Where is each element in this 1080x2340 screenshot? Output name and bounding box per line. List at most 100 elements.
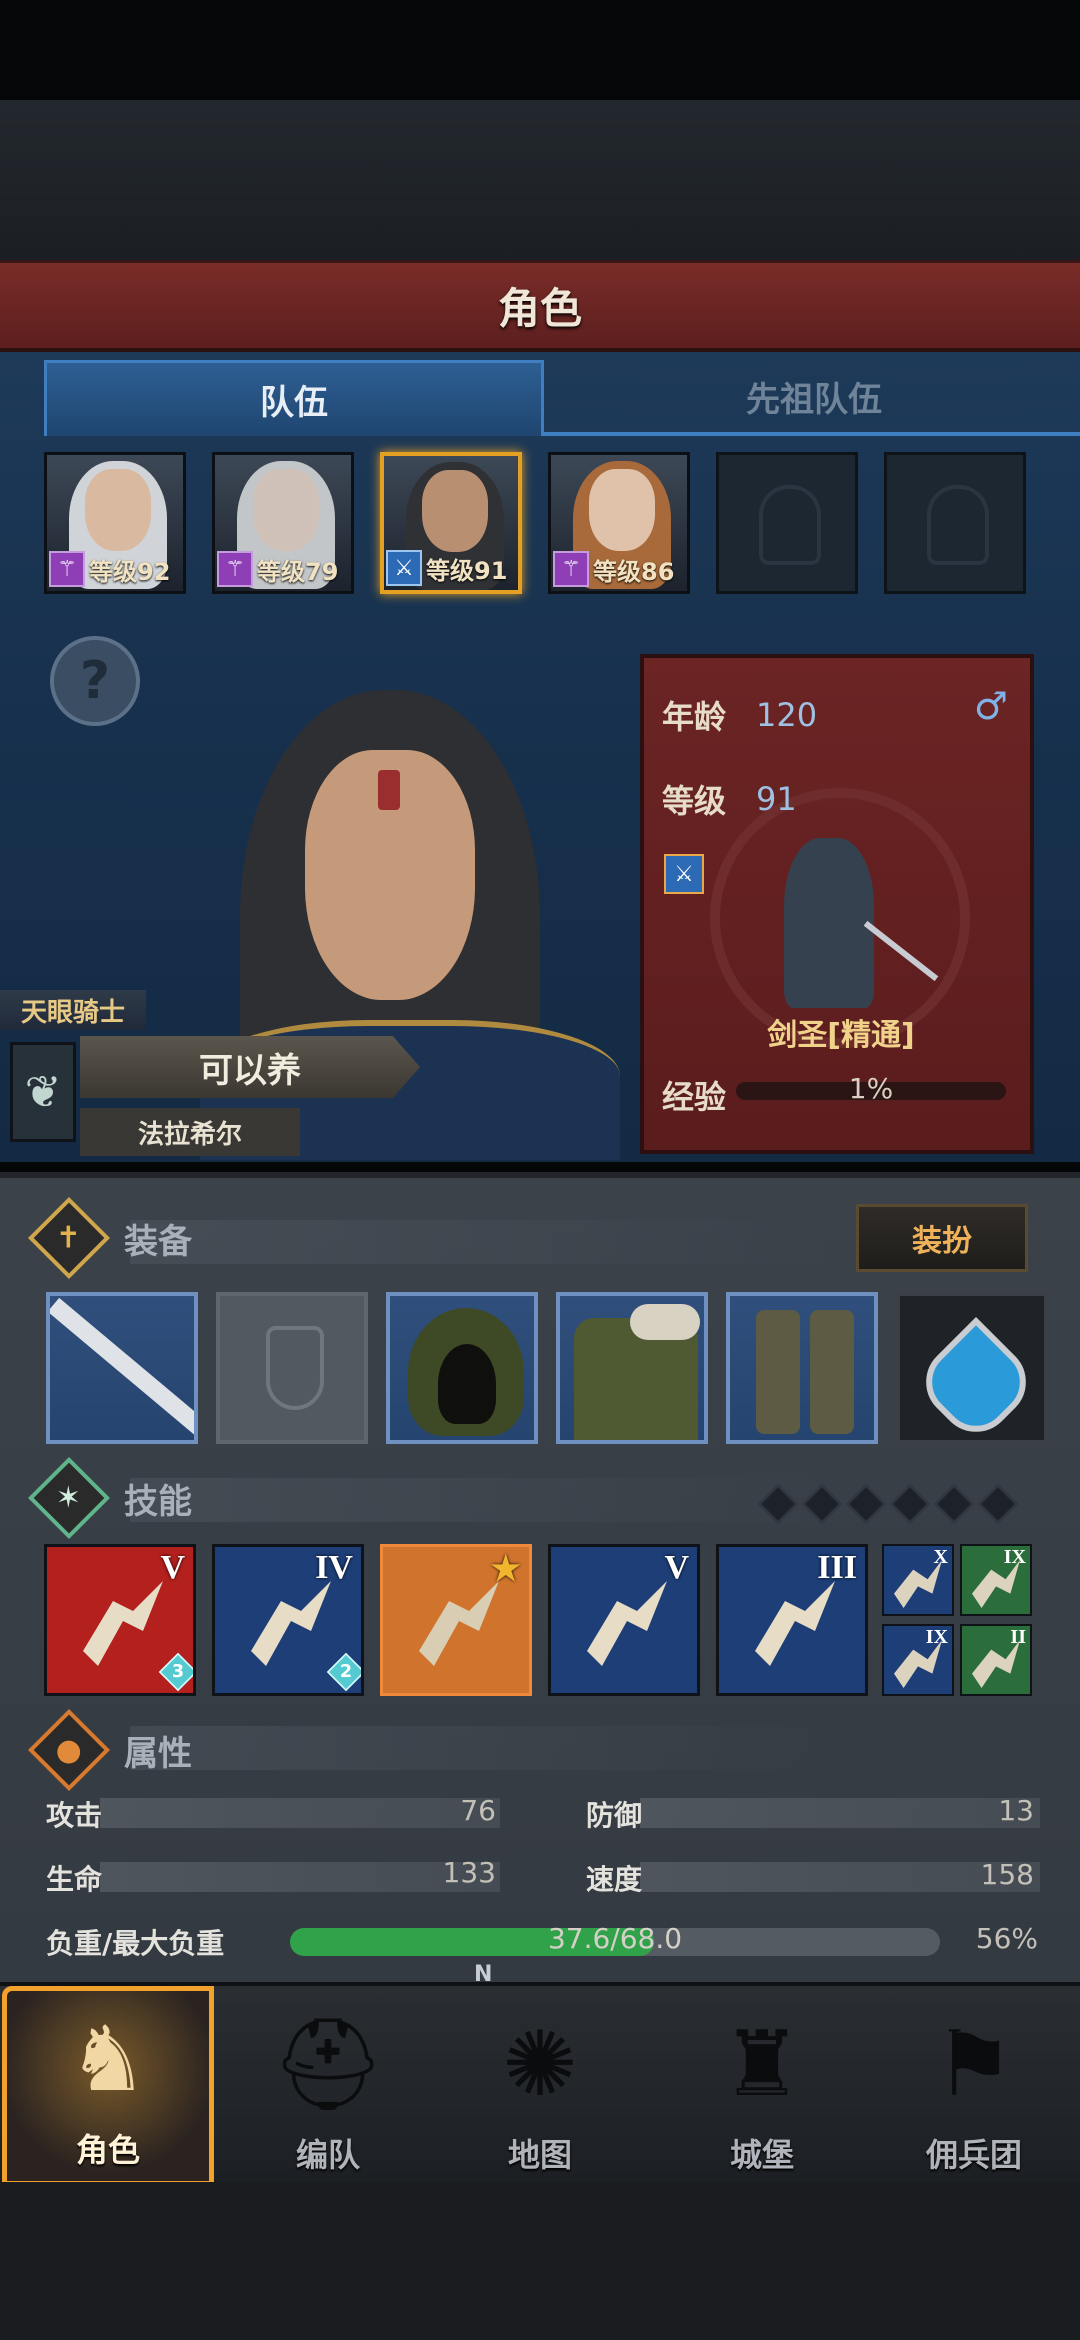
male-icon: ♂ xyxy=(973,684,1008,728)
speed-label: 速度 xyxy=(586,1863,643,1896)
load-value: 37.6/68.0 xyxy=(547,1922,683,1955)
status-bar xyxy=(0,0,1080,100)
member-level: 等级92 xyxy=(89,557,171,586)
skill-rank: IX xyxy=(925,1626,948,1648)
load-percent: 56% xyxy=(975,1922,1038,1955)
castle-icon: ♜ xyxy=(721,2011,803,2117)
level-row: 等级 91 xyxy=(662,774,797,824)
skill-point-pip xyxy=(758,1484,798,1524)
equipment-title: 装备 xyxy=(124,1221,192,1262)
compass-icon: ✺ xyxy=(502,2011,578,2117)
skill-rank: X xyxy=(933,1546,948,1568)
member-slot-1[interactable]: ⚚ 等级92 xyxy=(44,452,186,594)
skill-1[interactable]: V 3 xyxy=(44,1544,196,1696)
exp-label: 经验 xyxy=(662,1078,727,1116)
nav-map[interactable]: ✺ 地图 xyxy=(434,1986,646,2186)
heart-amulet-icon xyxy=(910,1316,1042,1440)
member-level: 等级91 xyxy=(426,556,508,585)
equip-slot-head[interactable] xyxy=(386,1292,538,1444)
boot-right xyxy=(810,1310,854,1434)
passive-skill-3[interactable]: IX xyxy=(882,1624,954,1696)
age-value: 120 xyxy=(756,696,818,734)
nav-character[interactable]: ♞ 角色 xyxy=(2,1986,214,2186)
skills-header-bar xyxy=(130,1478,830,1522)
age-row: 年龄 120 xyxy=(662,690,817,740)
member-level-row: ⚚ 等级79 xyxy=(217,549,338,589)
skill-5[interactable]: III xyxy=(716,1544,868,1696)
attack-label: 攻击 xyxy=(46,1799,103,1832)
nav-label: 编队 xyxy=(295,2136,360,2174)
hp-label: 生命 xyxy=(46,1863,103,1896)
passive-skill-4[interactable]: II xyxy=(960,1624,1032,1696)
fur-collar xyxy=(630,1304,700,1340)
member-slot-2[interactable]: ⚚ 等级79 xyxy=(212,452,354,594)
hero-name[interactable]: 法拉希尔 xyxy=(80,1108,300,1156)
help-button[interactable]: ? xyxy=(50,636,140,726)
bottom-navigation: ♞ 角色 ⛑ 编队 ✺ 地图 N ♜ 城堡 ⚑ 佣兵团 xyxy=(0,1962,1080,2186)
member-slot-empty-6[interactable] xyxy=(884,452,1026,594)
attack-value: 76 xyxy=(460,1794,496,1827)
member-slot-empty-5[interactable] xyxy=(716,452,858,594)
nav-castle[interactable]: ♜ 城堡 xyxy=(656,1986,868,2186)
boots-icon xyxy=(756,1310,800,1434)
person-icon: ● xyxy=(27,1708,111,1792)
member-level-row: ⚚ 等级92 xyxy=(49,549,170,589)
skill-rank: III xyxy=(817,1549,857,1586)
sword-icon: ⚔ xyxy=(386,550,422,586)
nav-mercenaries[interactable]: ⚑ 佣兵团 xyxy=(868,1986,1080,2186)
hero-figure xyxy=(784,838,874,1008)
page-title: 角色 xyxy=(497,284,582,333)
nav-formation[interactable]: ⛑ 编队 xyxy=(222,1986,434,2186)
hood-shadow xyxy=(438,1344,496,1424)
attributes-header: ● 属性 xyxy=(27,1708,192,1792)
banner-icon: ⚑ xyxy=(933,2011,1015,2117)
team-tabs: 队伍 先祖队伍 xyxy=(44,360,1080,436)
skill-point-pip xyxy=(846,1484,886,1524)
skill-point-pip xyxy=(978,1484,1018,1524)
load-label: 负重/最大负重 xyxy=(46,1927,225,1960)
member-slot-3[interactable]: ⚔ 等级91 xyxy=(380,452,522,594)
member-slot-4[interactable]: ⚚ 等级86 xyxy=(548,452,690,594)
skills-header: ✶ 技能 xyxy=(27,1456,192,1540)
title-bar: 角色 xyxy=(0,260,1080,352)
skill-point-pip xyxy=(802,1484,842,1524)
helmet-icon xyxy=(927,485,989,565)
sword-icon xyxy=(50,1297,194,1440)
tab-ancestor-team[interactable]: 先祖队伍 xyxy=(544,360,1080,436)
skill-count: 3 xyxy=(171,1661,185,1682)
member-level: 等级86 xyxy=(593,557,675,586)
hp-value: 133 xyxy=(442,1856,496,1889)
cross-icon: ✝ xyxy=(27,1196,111,1280)
skill-count-badge: 3 xyxy=(158,1652,193,1692)
skill-star-icon: ★ xyxy=(490,1551,521,1588)
header-background xyxy=(0,100,1080,260)
equip-slot-armor[interactable] xyxy=(556,1292,708,1444)
member-face xyxy=(85,469,151,551)
team-members: ⚚ 等级92 ⚚ 等级79 ⚔ 等级91 ⚚ 等级86 xyxy=(44,452,1044,600)
dress-up-button[interactable]: 装扮 xyxy=(856,1204,1028,1272)
skill-3[interactable]: ★ xyxy=(380,1544,532,1696)
question-icon: ? xyxy=(79,651,111,711)
skill-point-pip xyxy=(934,1484,974,1524)
nav-label: 佣兵团 xyxy=(925,2136,1022,2174)
sword-icon: ⚔ xyxy=(664,854,704,894)
level-label: 等级 xyxy=(662,782,727,820)
equip-slot-boots[interactable] xyxy=(726,1292,878,1444)
level-value: 91 xyxy=(756,780,797,818)
skill-2[interactable]: IV 2 xyxy=(212,1544,364,1696)
equip-slot-accessory[interactable] xyxy=(896,1292,1048,1444)
member-level-row: ⚔ 等级91 xyxy=(386,548,507,588)
staff-icon: ⚚ xyxy=(217,551,253,587)
skill-4[interactable]: V xyxy=(548,1544,700,1696)
passive-skill-2[interactable]: IX xyxy=(960,1544,1032,1616)
tree-banner-icon: ❦ xyxy=(10,1042,76,1142)
skill-rank: V xyxy=(664,1549,689,1586)
equip-slot-weapon[interactable] xyxy=(46,1292,198,1444)
hero-class-title: 天眼骑士 xyxy=(0,990,146,1030)
tab-team[interactable]: 队伍 xyxy=(44,360,544,436)
equip-slot-shield[interactable] xyxy=(216,1292,368,1444)
compass-north-label: N xyxy=(474,1962,493,1987)
helmet-icon xyxy=(759,485,821,565)
passive-skill-1[interactable]: X xyxy=(882,1544,954,1616)
knight-icon: ♞ xyxy=(67,2006,149,2112)
